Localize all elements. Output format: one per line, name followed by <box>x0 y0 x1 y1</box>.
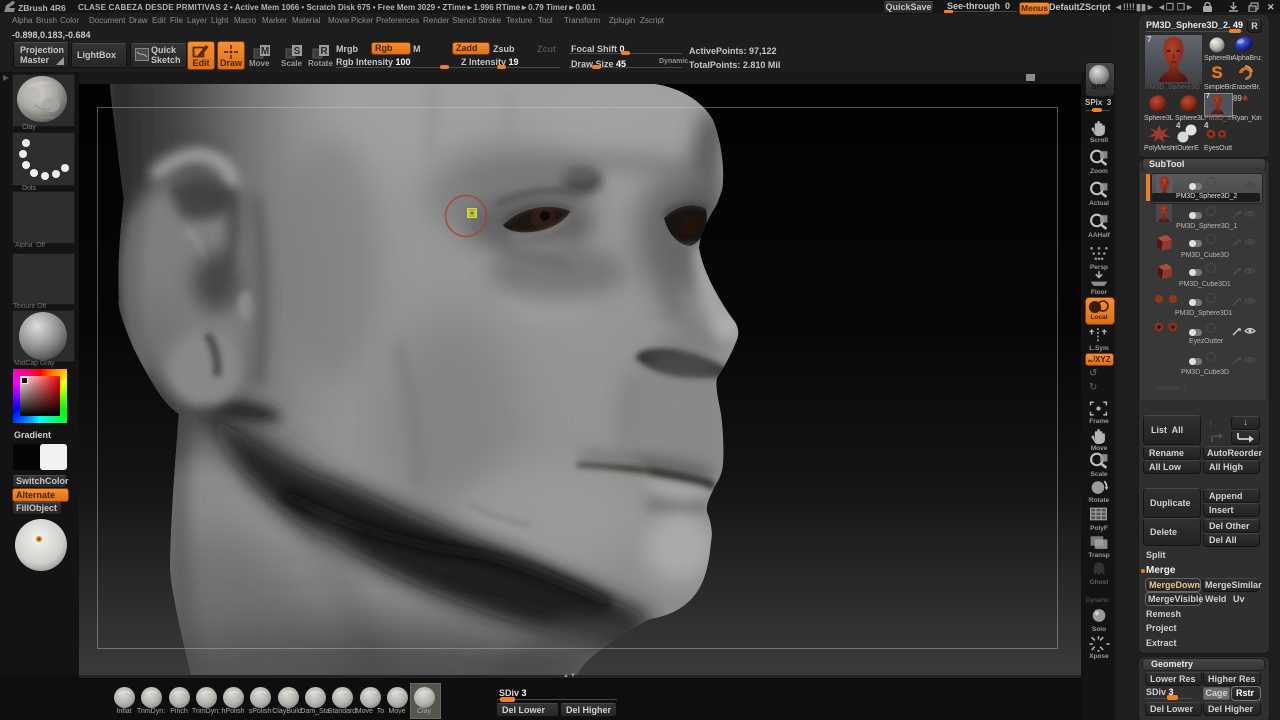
svg-text:S: S <box>294 46 301 57</box>
svg-text:M: M <box>261 46 269 57</box>
svg-text:R: R <box>320 46 328 57</box>
svg-text:BPR: BPR <box>1092 84 1107 91</box>
svg-text:Local: Local <box>1091 314 1108 321</box>
svg-text:S: S <box>1211 63 1222 82</box>
